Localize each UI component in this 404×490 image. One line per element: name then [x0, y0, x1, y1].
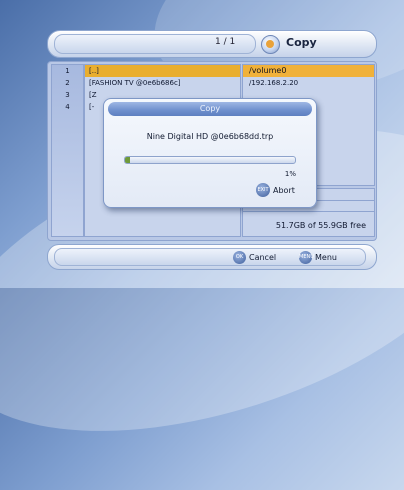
- header-pill: 1 / 1: [54, 34, 256, 54]
- menu-button-icon[interactable]: MENU: [299, 251, 314, 264]
- cancel-label[interactable]: Cancel: [249, 253, 276, 262]
- list-item[interactable]: [..]: [85, 65, 240, 77]
- copy-dialog: Copy Nine Digital HD @0e6b68dd.trp 1% EX…: [103, 98, 317, 208]
- ok-button-icon[interactable]: OK: [233, 251, 246, 264]
- divider: [243, 211, 374, 212]
- dialog-title: Copy: [108, 102, 312, 116]
- free-space-text: 51.7GB of 55.9GB free: [275, 221, 366, 230]
- copy-icon: [261, 35, 280, 54]
- progress-fill: [125, 157, 131, 163]
- page-indicator: 1 / 1: [215, 37, 236, 47]
- row-number: 3: [65, 91, 70, 99]
- row-number-column: 1 2 3 4: [51, 64, 84, 237]
- list-item[interactable]: /volume0: [243, 65, 374, 77]
- progress-percent: 1%: [284, 170, 296, 178]
- row-number: 2: [65, 79, 70, 87]
- row-number: 1: [65, 67, 70, 75]
- copy-filename: Nine Digital HD @0e6b68dd.trp: [146, 132, 274, 141]
- row-number: 4: [65, 103, 70, 111]
- abort-label[interactable]: Abort: [273, 186, 295, 195]
- list-item[interactable]: /192.168.2.20: [243, 77, 374, 89]
- header-bar: 1 / 1 Copy: [47, 30, 377, 58]
- exit-button-icon[interactable]: EXIT: [256, 183, 270, 197]
- page-title: Copy: [286, 36, 317, 49]
- list-item[interactable]: [FASHION TV @0e6b686c]: [85, 77, 240, 89]
- progress-bar: [124, 156, 296, 164]
- footer-bar: OK Cancel MENU Menu: [47, 244, 377, 270]
- menu-label[interactable]: Menu: [315, 253, 337, 262]
